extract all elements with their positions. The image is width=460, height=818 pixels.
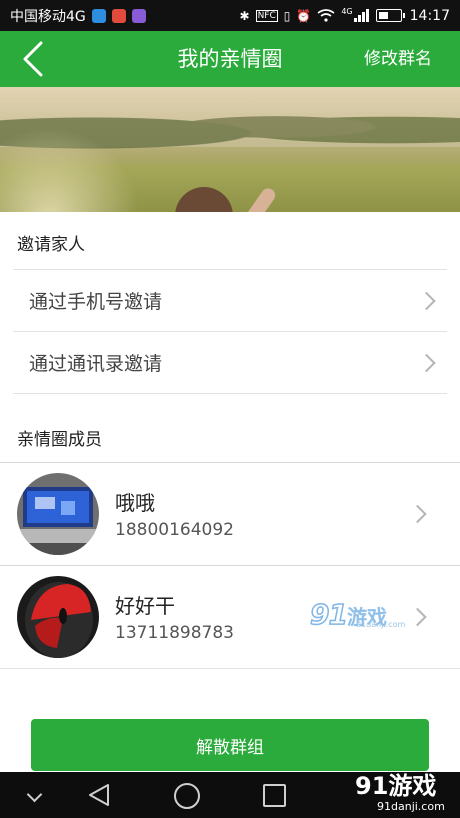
divider — [0, 668, 460, 669]
back-button[interactable] — [18, 41, 48, 77]
vibrate-icon: ▯ — [283, 8, 291, 23]
member-phone: 13711898783 — [115, 623, 234, 643]
watermark-number: 91 — [309, 597, 348, 632]
member-row[interactable]: 哦哦 18800164092 — [0, 462, 460, 564]
battery-icon — [375, 9, 405, 22]
avatar — [17, 576, 99, 658]
app-icon-purple — [131, 8, 146, 23]
member-name: 好好干 — [115, 594, 175, 618]
carrier-label: 中国移动4G — [10, 8, 86, 25]
members-section-title: 亲情圈成员 — [17, 430, 102, 450]
member-name: 哦哦 — [115, 491, 155, 515]
divider — [13, 393, 447, 394]
recents-icon[interactable] — [263, 784, 286, 807]
invite-section-title: 邀请家人 — [17, 235, 85, 255]
app-icon-red — [111, 8, 126, 23]
avatar — [17, 473, 99, 555]
watermark-logo: 91游戏 91danji.com — [309, 597, 406, 634]
chevron-right-icon — [408, 504, 427, 523]
watermark-text: 游戏 — [388, 772, 437, 800]
bluetooth-icon: ✱ — [239, 8, 250, 23]
down-icon[interactable] — [26, 786, 43, 803]
wifi-icon — [317, 9, 335, 22]
watermark-url: 91danji.com — [377, 800, 445, 813]
clock: 14:17 — [409, 7, 450, 24]
alarm-icon: ⏰ — [296, 8, 312, 23]
header-bar: 我的亲情圈 修改群名 — [0, 31, 460, 87]
chevron-right-icon — [408, 607, 427, 626]
dissolve-group-button[interactable]: 解散群组 — [31, 719, 429, 771]
banner-image — [0, 87, 460, 212]
app-icon-blue — [91, 8, 106, 23]
network-label: 4G — [341, 7, 353, 16]
back-icon[interactable] — [88, 783, 110, 807]
chevron-left-icon — [23, 41, 43, 77]
watermark-number: 91 — [355, 772, 389, 800]
home-icon[interactable] — [174, 783, 200, 809]
invite-by-contacts-item[interactable]: 通过通讯录邀请 — [13, 331, 447, 393]
member-phone: 18800164092 — [115, 520, 234, 540]
rename-group-button[interactable]: 修改群名 — [364, 31, 432, 87]
status-bar: 中国移动4G ✱ NFC ▯ ⏰ 4G 14:17 — [0, 0, 460, 31]
invite-by-phone-label: 通过手机号邀请 — [29, 291, 163, 313]
chevron-right-icon — [417, 353, 436, 372]
invite-by-contacts-label: 通过通讯录邀请 — [29, 353, 163, 375]
chevron-right-icon — [417, 291, 436, 310]
signal-icon — [353, 9, 369, 22]
nfc-icon: NFC — [255, 9, 278, 22]
watermark-logo-bottom: 91游戏 91danji.com — [355, 766, 455, 816]
watermark-url: 91danji.com — [356, 620, 406, 629]
invite-by-phone-item[interactable]: 通过手机号邀请 — [13, 269, 447, 331]
